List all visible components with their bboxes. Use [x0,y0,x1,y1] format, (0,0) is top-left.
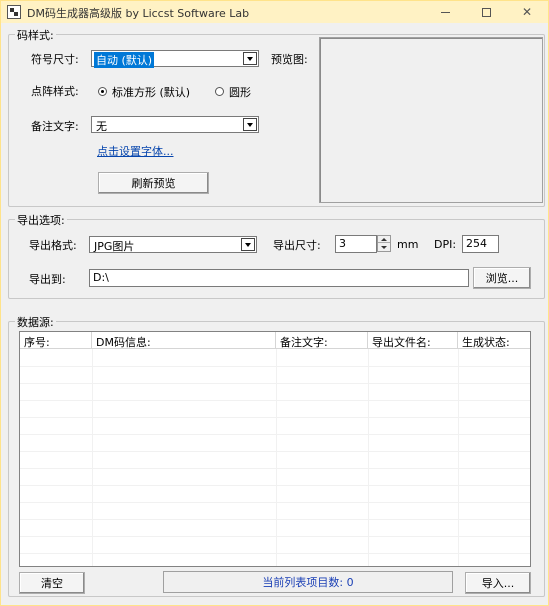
export-options-group: 导出选项: [8,212,545,299]
export-size-unit: mm [397,238,419,251]
symbol-size-label: 符号尺寸: [31,53,79,66]
window-title: DM码生成器高级版 by Liccst Software Lab [27,7,250,20]
export-path-label: 导出到: [29,273,66,286]
dot-style-option-square[interactable]: 标准方形 (默认) [112,84,190,100]
minimize-icon [440,11,450,13]
stepper-down-icon[interactable] [378,244,390,251]
dot-style-option-circle[interactable]: 圆形 [229,84,251,100]
chevron-down-icon[interactable] [243,52,257,65]
export-format-value: JPG图片 [94,240,135,253]
table-row-line [20,468,530,469]
table-row-line [20,553,530,554]
export-format-label: 导出格式: [29,239,77,252]
export-options-group-label: 导出选项: [15,212,67,228]
table-header: 序号: DM码信息: 备注文字: 导出文件名: 生成状态: [20,332,530,349]
data-table[interactable]: 序号: DM码信息: 备注文字: 导出文件名: 生成状态: [19,331,531,567]
app-icon [7,5,21,19]
note-text-select[interactable]: 无 [91,116,259,133]
table-row-line [20,451,530,452]
table-row-line [20,417,530,418]
preview-image [319,37,543,203]
export-format-select[interactable]: JPG图片 [89,236,257,253]
minimize-button[interactable] [425,1,465,23]
column-header-dm-info[interactable]: DM码信息: [92,332,276,349]
table-row-line [20,434,530,435]
code-style-group-label: 码样式: [15,27,56,43]
export-size-label: 导出尺寸: [273,239,321,252]
preview-label: 预览图: [271,53,308,66]
table-column-line [368,349,369,566]
table-row-line [20,485,530,486]
app-window: DM码生成器高级版 by Liccst Software Lab ✕ 码样式: … [0,0,549,606]
table-column-line [458,349,459,566]
dot-style-label: 点阵样式: [31,85,79,98]
export-size-input[interactable]: 3 [335,235,377,253]
table-column-line [276,349,277,566]
table-row-line [20,519,530,520]
close-button[interactable]: ✕ [507,1,547,23]
browse-button[interactable]: 浏览... [473,267,531,289]
stepper-up-icon[interactable] [378,236,390,243]
import-button[interactable]: 导入... [465,572,531,594]
close-icon: ✕ [521,5,533,19]
list-count-status: 当前列表项目数: 0 [163,571,453,593]
column-header-status[interactable]: 生成状态: [458,332,530,349]
clear-button[interactable]: 清空 [19,572,85,594]
title-bar: DM码生成器高级版 by Liccst Software Lab ✕ [1,1,548,23]
chevron-down-icon[interactable] [243,118,257,131]
symbol-size-select[interactable]: 自动 (默认) [91,50,259,68]
column-header-filename[interactable]: 导出文件名: [368,332,458,349]
note-text-label: 备注文字: [31,120,79,133]
data-source-group-label: 数据源: [15,314,56,330]
dpi-label: DPI: [434,238,457,251]
refresh-preview-button[interactable]: 刷新预览 [98,172,209,194]
table-column-line [92,349,93,566]
font-settings-link[interactable]: 点击设置字体... [97,143,174,159]
dpi-input[interactable]: 254 [462,235,499,253]
table-row-line [20,536,530,537]
column-header-note[interactable]: 备注文字: [276,332,368,349]
table-row-line [20,383,530,384]
chevron-down-icon[interactable] [241,238,255,251]
symbol-size-value: 自动 (默认) [94,52,155,68]
column-header-index[interactable]: 序号: [20,332,92,349]
export-path-input[interactable]: D:\ [89,269,469,287]
dot-style-radio-square[interactable] [98,87,107,96]
dot-style-radio-circle[interactable] [215,87,224,96]
table-row-line [20,502,530,503]
export-size-stepper[interactable] [377,235,391,252]
table-row-line [20,400,530,401]
maximize-icon [481,7,491,17]
maximize-button[interactable] [466,1,506,23]
note-text-value: 无 [96,120,107,133]
table-row-line [20,366,530,367]
